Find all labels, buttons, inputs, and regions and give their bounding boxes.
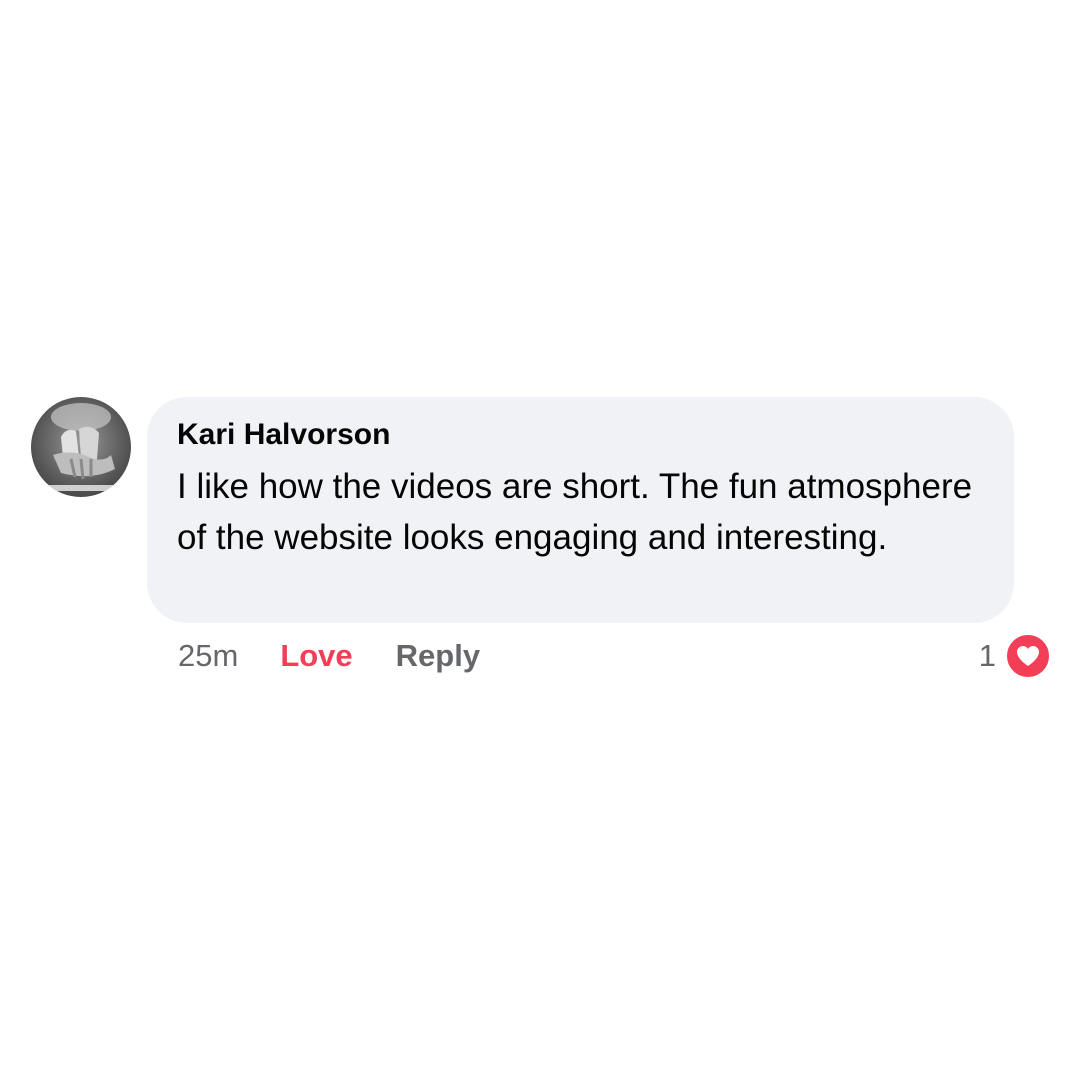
comment-timestamp[interactable]: 25m xyxy=(178,638,238,674)
comment-bubble: Kari Halvorson I like how the videos are… xyxy=(147,397,1014,623)
heart-icon xyxy=(1004,632,1052,680)
comment-author[interactable]: Kari Halvorson xyxy=(177,415,984,455)
reaction-summary[interactable]: 1 xyxy=(978,632,1052,680)
avatar[interactable] xyxy=(31,397,131,497)
avatar-photo xyxy=(41,403,121,491)
reply-button[interactable]: Reply xyxy=(396,638,480,674)
love-reaction-button[interactable]: Love xyxy=(280,638,352,674)
comment-text: I like how the videos are short. The fun… xyxy=(177,467,973,557)
comment-actions: 25m Love Reply xyxy=(178,633,480,679)
reaction-count: 1 xyxy=(978,638,996,673)
